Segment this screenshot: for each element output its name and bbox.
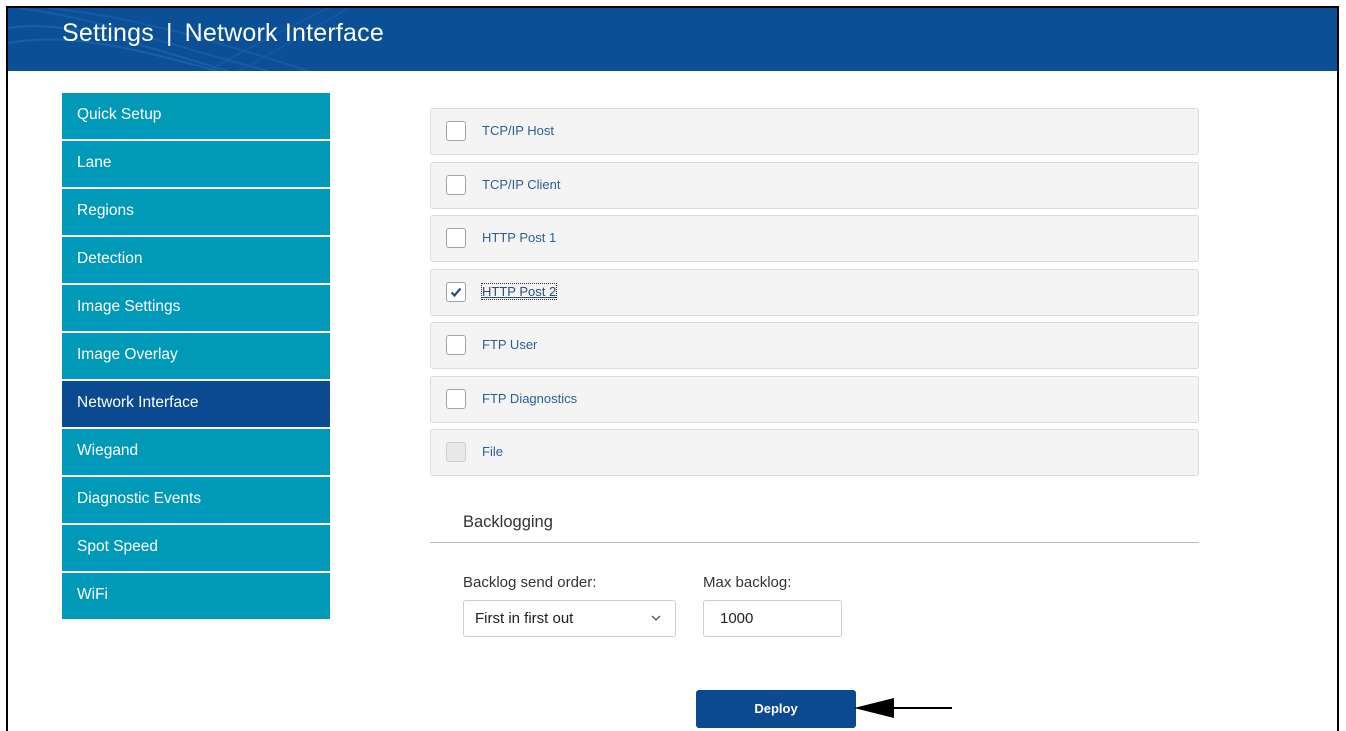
app-frame: Settings | Network Interface Quick Setup L… xyxy=(6,6,1339,731)
interface-options-list: TCP/IP Host TCP/IP Client HTTP Post 1 HT… xyxy=(430,108,1199,483)
sidebar-item-wiegand[interactable]: Wiegand xyxy=(62,429,330,475)
section-divider xyxy=(430,542,1199,543)
option-label: TCP/IP Host xyxy=(482,123,555,138)
backlog-send-order-select[interactable]: First in first out xyxy=(463,600,676,637)
sidebar-item-wifi[interactable]: WiFi xyxy=(62,573,330,619)
deploy-button[interactable]: Deploy xyxy=(696,690,856,728)
title-separator: | xyxy=(165,19,173,47)
option-label: HTTP Post 2 xyxy=(480,282,558,300)
sidebar-item-spot-speed[interactable]: Spot Speed xyxy=(62,525,330,571)
backlogging-heading: Backlogging xyxy=(463,513,553,531)
max-backlog-label: Max backlog: xyxy=(703,574,792,591)
page-header: Settings | Network Interface xyxy=(8,8,1337,71)
sidebar-nav: Quick Setup Lane Regions Detection Image… xyxy=(62,93,330,621)
option-ftp-user[interactable]: FTP User xyxy=(430,322,1199,369)
backlog-send-order-label: Backlog send order: xyxy=(463,574,597,591)
title-section: Network Interface xyxy=(184,19,384,47)
option-http-post-2[interactable]: HTTP Post 2 xyxy=(430,268,1199,316)
file-checkbox[interactable] xyxy=(446,442,466,462)
select-value: First in first out xyxy=(475,610,574,627)
ftp-diagnostics-checkbox[interactable] xyxy=(446,388,466,409)
checkmark-icon xyxy=(450,287,462,297)
sidebar-item-image-settings[interactable]: Image Settings xyxy=(62,285,330,331)
option-http-post-1[interactable]: HTTP Post 1 xyxy=(430,215,1199,262)
sidebar-item-lane[interactable]: Lane xyxy=(62,141,330,187)
option-tcpip-client[interactable]: TCP/IP Client xyxy=(430,161,1199,209)
option-file[interactable]: File xyxy=(430,429,1199,476)
option-label: HTTP Post 1 xyxy=(482,230,557,245)
option-label: FTP User xyxy=(482,337,538,352)
tcpip-host-checkbox[interactable] xyxy=(446,121,466,141)
sidebar-item-image-overlay[interactable]: Image Overlay xyxy=(62,333,330,379)
title-settings: Settings xyxy=(62,19,154,47)
option-label: File xyxy=(482,444,503,459)
tcpip-client-checkbox[interactable] xyxy=(446,174,466,195)
http-post-1-checkbox[interactable] xyxy=(446,228,466,248)
sidebar-item-diagnostic-events[interactable]: Diagnostic Events xyxy=(62,477,330,523)
option-label: TCP/IP Client xyxy=(482,176,561,192)
sidebar-item-regions[interactable]: Regions xyxy=(62,189,330,235)
option-label: FTP Diagnostics xyxy=(482,390,578,406)
sidebar-item-network-interface[interactable]: Network Interface xyxy=(62,381,330,427)
option-tcpip-host[interactable]: TCP/IP Host xyxy=(430,108,1199,155)
http-post-2-checkbox[interactable] xyxy=(446,281,466,302)
arrow-pointer-icon xyxy=(854,698,952,718)
max-backlog-input[interactable]: 1000 xyxy=(703,600,842,637)
chevron-down-icon xyxy=(651,615,661,621)
input-value: 1000 xyxy=(720,610,754,627)
ftp-user-checkbox[interactable] xyxy=(446,335,466,355)
sidebar-item-quick-setup[interactable]: Quick Setup xyxy=(62,93,330,139)
option-ftp-diagnostics[interactable]: FTP Diagnostics xyxy=(430,375,1199,423)
sidebar-item-detection[interactable]: Detection xyxy=(62,237,330,283)
page-title: Settings | Network Interface xyxy=(62,19,384,48)
